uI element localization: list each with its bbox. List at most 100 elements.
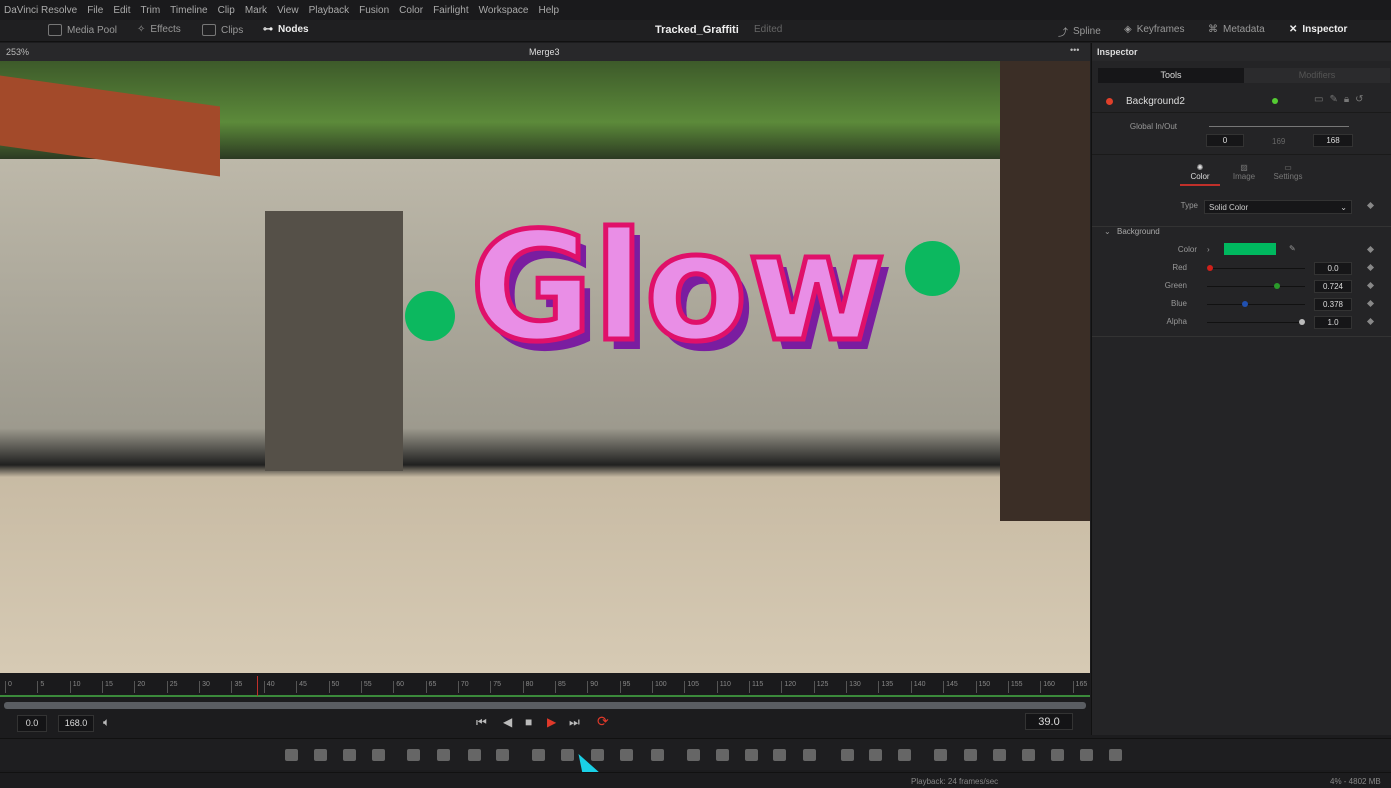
zoom-dropdown[interactable]: 253% <box>6 47 29 57</box>
tool-button[interactable] <box>343 749 356 761</box>
current-frame-field[interactable]: 39.0 <box>1025 713 1073 730</box>
menu-playback[interactable]: Playback <box>309 5 350 16</box>
menu-fusion[interactable]: Fusion <box>359 5 389 16</box>
tool-button[interactable] <box>993 749 1006 761</box>
effects-button[interactable]: ✧ Effects <box>137 24 181 35</box>
playhead[interactable] <box>257 676 259 696</box>
nodes-button[interactable]: ⊶ Nodes <box>263 24 309 35</box>
eyedropper-icon[interactable]: ✎ <box>1289 244 1296 253</box>
more-options-icon[interactable]: ••• <box>1070 45 1079 55</box>
keyframe-icon[interactable] <box>1366 263 1375 272</box>
go-to-start-icon[interactable]: ⏮︎ <box>476 715 487 730</box>
clips-button[interactable]: Clips <box>202 24 243 36</box>
tool-button[interactable] <box>745 749 758 761</box>
section-collapse-icon[interactable]: ⌄ <box>1104 227 1111 236</box>
tool-button[interactable] <box>773 749 786 761</box>
tool-button[interactable] <box>620 749 633 761</box>
channel-slider[interactable] <box>1207 265 1305 271</box>
tool-button[interactable] <box>1022 749 1035 761</box>
channel-value-field[interactable]: 0.378 <box>1314 298 1352 311</box>
tool-button[interactable] <box>437 749 450 761</box>
menu-davinci-resolve[interactable]: DaVinci Resolve <box>4 5 77 16</box>
inspector-button[interactable]: ✕ Inspector <box>1289 24 1347 35</box>
menu-help[interactable]: Help <box>538 5 559 16</box>
node-enable-toggle[interactable] <box>1106 98 1113 105</box>
tool-button[interactable] <box>468 749 481 761</box>
keyframe-icon[interactable] <box>1366 245 1375 254</box>
loop-icon[interactable]: ⟳ <box>597 713 609 730</box>
menu-fairlight[interactable]: Fairlight <box>433 5 469 16</box>
tool-button[interactable] <box>964 749 977 761</box>
slider-knob[interactable] <box>1207 265 1213 271</box>
end-frame-field[interactable]: 168.0 <box>58 715 94 732</box>
subtab-settings[interactable]: ▭ Settings <box>1268 163 1308 181</box>
viewer-canvas[interactable]: Glow <box>0 61 1090 673</box>
menu-trim[interactable]: Trim <box>141 5 161 16</box>
version-indicator[interactable] <box>1272 98 1278 104</box>
keyframe-icon[interactable] <box>1366 201 1375 210</box>
tab-modifiers[interactable]: Modifiers <box>1244 68 1390 83</box>
stop-icon[interactable]: ■ <box>525 715 532 729</box>
menu-edit[interactable]: Edit <box>113 5 130 16</box>
keyframe-icon[interactable] <box>1366 281 1375 290</box>
play-icon[interactable]: ▶ <box>547 715 556 729</box>
channel-slider[interactable] <box>1207 301 1305 307</box>
tab-tools[interactable]: Tools <box>1098 68 1244 83</box>
tool-button[interactable] <box>1051 749 1064 761</box>
tool-button[interactable] <box>1109 749 1122 761</box>
tool-button[interactable] <box>841 749 854 761</box>
spline-button[interactable]: ⤴ Spline <box>1058 24 1101 39</box>
keyframes-button[interactable]: ◈ Keyframes <box>1124 24 1185 35</box>
tool-button[interactable] <box>1080 749 1093 761</box>
timeline-ruler[interactable]: 0 5 10 15 20 25 30 35 40 45 50 55 60 65 70 75 80 85 90 95 10… <box>0 673 1090 697</box>
channel-slider[interactable] <box>1207 319 1305 325</box>
media-pool-button[interactable]: Media Pool <box>48 24 117 36</box>
tool-button[interactable] <box>934 749 947 761</box>
expand-icon[interactable]: › <box>1207 245 1210 254</box>
color-swatch[interactable] <box>1224 243 1276 255</box>
slider-knob[interactable] <box>1299 319 1305 325</box>
tool-button[interactable] <box>496 749 509 761</box>
tool-button[interactable] <box>314 749 327 761</box>
tool-button[interactable] <box>372 749 385 761</box>
slider-knob[interactable] <box>1241 301 1248 307</box>
tool-button[interactable] <box>532 749 545 761</box>
keyframe-icon[interactable] <box>1366 299 1375 308</box>
audio-icon[interactable]: 🔈︎ <box>103 715 110 730</box>
subtab-settings-label: Settings <box>1273 172 1303 181</box>
subtab-image[interactable]: ▨ Image <box>1224 163 1264 181</box>
start-frame-field[interactable]: 0.0 <box>17 715 47 732</box>
global-inout-slider[interactable] <box>1209 126 1349 127</box>
keyframe-icon[interactable] <box>1366 317 1375 326</box>
tool-button[interactable] <box>651 749 664 761</box>
tool-button[interactable] <box>687 749 700 761</box>
channel-value-field[interactable]: 0.0 <box>1314 262 1352 275</box>
ruler-tick: 105 <box>684 681 699 693</box>
go-to-end-icon[interactable]: ⏭︎ <box>569 715 580 730</box>
global-in-field[interactable]: 0 <box>1206 134 1244 147</box>
tool-button[interactable] <box>716 749 729 761</box>
menu-view[interactable]: View <box>277 5 299 16</box>
tool-button[interactable] <box>869 749 882 761</box>
type-dropdown[interactable]: Solid Color ⌄ <box>1204 200 1352 214</box>
timeline-scrollbar[interactable] <box>4 702 1086 709</box>
play-reverse-icon[interactable]: ◀ <box>503 715 512 729</box>
tool-button[interactable] <box>803 749 816 761</box>
subtab-color[interactable]: ✺ Color <box>1180 163 1220 186</box>
menu-timeline[interactable]: Timeline <box>170 5 207 16</box>
global-out-field[interactable]: 168 <box>1313 134 1353 147</box>
channel-value-field[interactable]: 0.724 <box>1314 280 1352 293</box>
menu-mark[interactable]: Mark <box>245 5 267 16</box>
menu-workspace[interactable]: Workspace <box>479 5 529 16</box>
menu-file[interactable]: File <box>87 5 103 16</box>
metadata-button[interactable]: ⌘ Metadata <box>1208 24 1265 35</box>
tool-button[interactable] <box>285 749 298 761</box>
menu-color[interactable]: Color <box>399 5 423 16</box>
menu-clip[interactable]: Clip <box>218 5 235 16</box>
channel-value-field[interactable]: 1.0 <box>1314 316 1352 329</box>
tool-button[interactable] <box>407 749 420 761</box>
channel-slider[interactable] <box>1207 283 1305 289</box>
slider-knob[interactable] <box>1273 283 1280 289</box>
node-options-icons[interactable]: ▭✎🔒︎↺ <box>1314 94 1370 105</box>
tool-button[interactable] <box>898 749 911 761</box>
